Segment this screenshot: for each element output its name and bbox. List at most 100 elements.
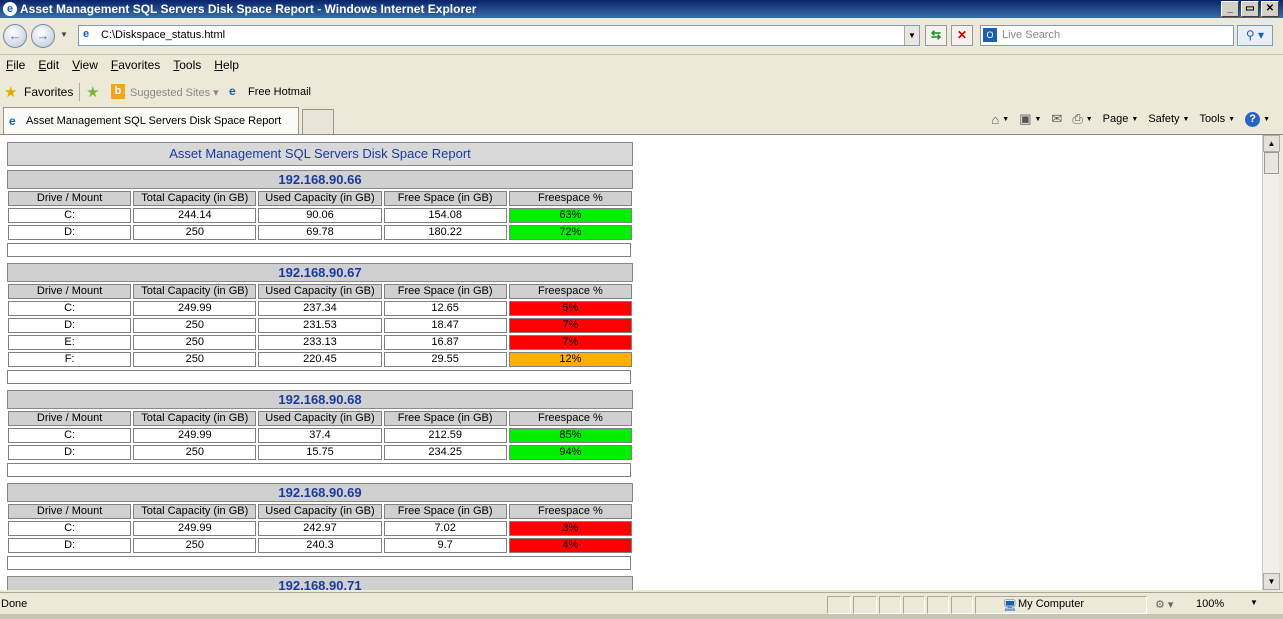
table-row: E: 250 233.13 16.87 7%: [8, 335, 632, 350]
favorites-button[interactable]: Favorites: [24, 85, 73, 99]
menu-edit[interactable]: Edit: [32, 55, 66, 75]
forward-button[interactable]: →: [31, 24, 55, 48]
home-button[interactable]: ⌂ ▼: [988, 112, 1012, 127]
drive-cell: D:: [8, 225, 132, 240]
total-capacity-cell: 250: [133, 225, 257, 240]
refresh-button[interactable]: ⇆: [925, 25, 947, 46]
feeds-dropdown-icon[interactable]: ▼: [1034, 116, 1041, 123]
server-host: 192.168.90.69: [7, 483, 633, 502]
table-row: C: 249.99 237.34 12.65 5%: [8, 301, 632, 316]
column-header: Free Space (in GB): [383, 504, 507, 519]
home-icon: ⌂: [991, 111, 1000, 127]
window-title: Asset Management SQL Servers Disk Space …: [20, 2, 477, 16]
hotmail-icon: e: [229, 84, 236, 98]
used-capacity-cell: 90.06: [258, 208, 382, 223]
close-button[interactable]: ✕: [1261, 1, 1279, 17]
free-space-cell: 16.87: [383, 335, 507, 350]
maximize-button[interactable]: ▭: [1241, 1, 1259, 17]
free-space-cell: 154.08: [383, 208, 507, 223]
freespace-percent-cell: 94%: [508, 445, 632, 460]
scroll-down-button[interactable]: ▼: [1263, 573, 1280, 590]
favorites-bar: ★ Favorites ★ b Suggested Sites ▾ e Free…: [0, 80, 1283, 104]
used-capacity-cell: 69.78: [258, 225, 382, 240]
back-button[interactable]: ←: [3, 24, 27, 48]
used-capacity-cell: 237.34: [258, 301, 382, 316]
status-panel: [853, 596, 877, 614]
stop-button[interactable]: ✕: [951, 25, 973, 46]
zoom-level[interactable]: 100%: [1196, 598, 1224, 610]
help-icon: ?: [1245, 111, 1261, 127]
column-header: Drive / Mount: [8, 411, 132, 426]
search-button[interactable]: ⚲ ▾: [1237, 25, 1273, 46]
used-capacity-cell: 242.97: [258, 521, 382, 536]
zoom-dropdown-icon[interactable]: ▼: [1250, 598, 1258, 607]
address-dropdown[interactable]: ▼: [904, 26, 919, 45]
tab-report[interactable]: e Asset Management SQL Servers Disk Spac…: [3, 107, 299, 134]
help-button[interactable]: ? ▼: [1242, 111, 1273, 127]
table-row: D: 250 15.75 234.25 94%: [8, 445, 632, 460]
free-hotmail-link[interactable]: Free Hotmail: [248, 86, 311, 98]
used-capacity-cell: 220.45: [258, 352, 382, 367]
window-controls: _ ▭ ✕: [1221, 1, 1279, 17]
free-space-cell: 212.59: [383, 428, 507, 443]
address-url[interactable]: C:\Diskspace_status.html: [101, 29, 225, 41]
server-block: 192.168.90.67 Drive / Mount Total Capacity…: [7, 263, 633, 384]
table-header-row: Drive / Mount Total Capacity (in GB) Used …: [8, 504, 632, 519]
address-bar[interactable]: e C:\Diskspace_status.html ▼: [78, 25, 920, 46]
menu-favorites[interactable]: Favorites: [105, 55, 167, 75]
command-bar: ⌂ ▼ ▣ ▼ ✉ ⎙ ▼ Page ▼ Safety ▼ Tools ▼ ? ▼: [988, 111, 1273, 127]
favorites-star-icon[interactable]: ★: [4, 83, 17, 101]
address-toolbar: ← → ▼ e C:\Diskspace_status.html ▼ ⇆ ✕ O…: [0, 18, 1283, 55]
report-title: Asset Management SQL Servers Disk Space …: [7, 142, 633, 166]
server-host: 192.168.90.66: [7, 170, 633, 189]
safety-menu[interactable]: Safety ▼: [1145, 113, 1192, 125]
read-mail-button[interactable]: ✉: [1048, 111, 1065, 127]
drive-cell: D:: [8, 445, 132, 460]
menu-file[interactable]: File: [0, 55, 32, 75]
menu-bar: File Edit View Favorites Tools Help: [0, 55, 1283, 75]
column-header: Freespace %: [508, 284, 632, 299]
scroll-thumb[interactable]: [1264, 152, 1279, 174]
menu-view[interactable]: View: [66, 55, 105, 75]
column-header: Free Space (in GB): [383, 411, 507, 426]
total-capacity-cell: 249.99: [133, 301, 257, 316]
feeds-button[interactable]: ▣ ▼: [1016, 111, 1044, 127]
tools-menu[interactable]: Tools ▼: [1196, 113, 1238, 125]
mail-icon: ✉: [1051, 111, 1063, 126]
server-block: 192.168.90.71Drive / MountTotal Capacity…: [7, 576, 633, 590]
table-row: C: 249.99 37.4 212.59 85%: [8, 428, 632, 443]
forward-arrow-icon: →: [36, 28, 50, 43]
column-header: Freespace %: [508, 504, 632, 519]
tab-title: Asset Management SQL Servers Disk Space …: [26, 115, 282, 127]
server-host: 192.168.90.71: [7, 576, 633, 590]
column-header: Free Space (in GB): [383, 284, 507, 299]
computer-zone-icon: 🖥: [1003, 600, 1017, 612]
menu-tools[interactable]: Tools: [167, 55, 208, 75]
print-button[interactable]: ⎙ ▼: [1069, 111, 1095, 127]
protected-mode-icon[interactable]: ⚙ ▾: [1155, 598, 1173, 611]
free-space-cell: 29.55: [383, 352, 507, 367]
page-menu[interactable]: Page ▼: [1100, 113, 1142, 125]
menu-help[interactable]: Help: [208, 55, 246, 75]
minimize-button[interactable]: _: [1221, 1, 1239, 17]
new-tab-button[interactable]: [302, 109, 334, 134]
column-header: Total Capacity (in GB): [133, 411, 257, 426]
column-header: Free Space (in GB): [383, 191, 507, 206]
column-header: Drive / Mount: [8, 191, 132, 206]
add-to-favorites-icon[interactable]: ★: [86, 83, 99, 101]
vertical-scrollbar[interactable]: ▲ ▼: [1262, 135, 1280, 590]
menu-help-label: elp: [222, 58, 239, 72]
menu-file-label: ile: [13, 58, 26, 72]
column-header: Freespace %: [508, 411, 632, 426]
home-dropdown-icon[interactable]: ▼: [1002, 116, 1009, 123]
table-header-row: Drive / Mount Total Capacity (in GB) Used …: [8, 411, 632, 426]
table-row: D: 250 240.3 9.7 4%: [8, 538, 632, 553]
drive-cell: E:: [8, 335, 132, 350]
scroll-up-button[interactable]: ▲: [1263, 135, 1280, 152]
suggested-sites-link[interactable]: Suggested Sites ▾: [130, 86, 219, 99]
search-placeholder[interactable]: Live Search: [1002, 29, 1060, 41]
recent-pages-dropdown[interactable]: ▼: [60, 30, 68, 39]
print-dropdown-icon[interactable]: ▼: [1086, 116, 1093, 123]
search-box[interactable]: O Live Search: [980, 25, 1234, 46]
block-spacer: [7, 556, 631, 570]
